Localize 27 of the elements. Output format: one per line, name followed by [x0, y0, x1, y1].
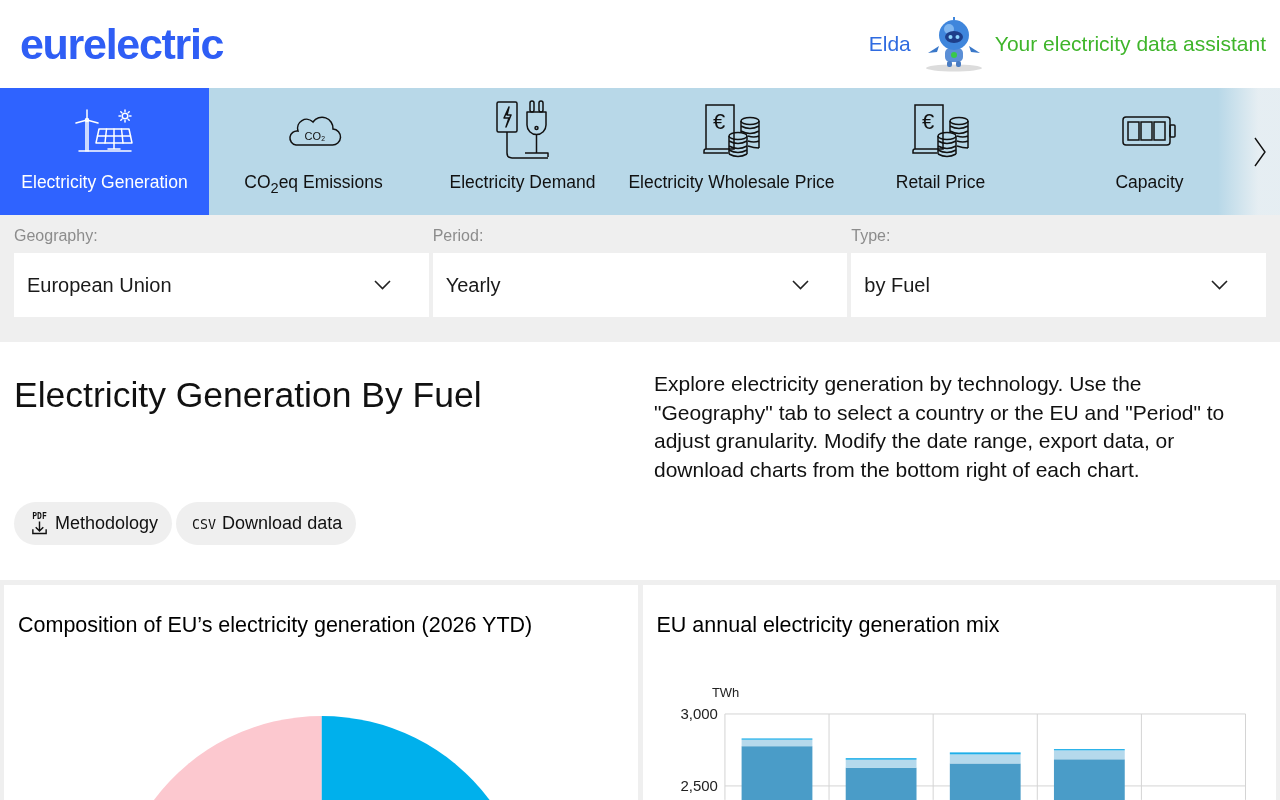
page-title: Electricity Generation By Fuel [14, 375, 482, 415]
download-data-button[interactable]: CSV Download data [176, 502, 357, 545]
chart-title: EU annual electricity generation mix [656, 612, 1000, 639]
filter-label: Geography: [14, 226, 98, 246]
next-tab-button[interactable] [1218, 88, 1280, 215]
filter-label: Type: [851, 226, 891, 246]
csv-icon: CSV [192, 516, 217, 531]
filter-label: Period: [432, 226, 484, 246]
plug-icon [494, 100, 551, 162]
dropdown[interactable]: European Union [14, 253, 429, 317]
description-text: Explore electricity generation by technology. Use the "Geography" tab to select a country or the EU and "Period" to adjust granularity. Modify the date range, export data, or download charts from the bottom right of each chart. [654, 371, 1226, 484]
battery-icon [1121, 115, 1178, 147]
chevron-right-icon [1254, 136, 1266, 167]
chevron-down-icon [792, 280, 810, 290]
chevron-down-icon [373, 280, 391, 290]
assistant-tagline: Your electricity data assistant [994, 32, 1266, 56]
dropdown[interactable]: Yearly [432, 253, 848, 317]
axis-tick-label: 2,500 [679, 776, 718, 794]
wind-turbine-solar-panel-icon [74, 109, 135, 153]
assistant-name: Elda [868, 32, 911, 56]
chart-title: Composition of EU’s electricity generation (2026 YTD) [18, 612, 533, 639]
chevron-down-icon [1211, 280, 1228, 290]
dropdown[interactable]: by Fuel [851, 253, 1266, 317]
logo[interactable]: eurelectric [20, 22, 224, 66]
axis-title: TWh [711, 685, 739, 700]
tab[interactable]: Electricity Generation [0, 88, 209, 215]
axis-tick-label: 3,000 [679, 704, 718, 722]
